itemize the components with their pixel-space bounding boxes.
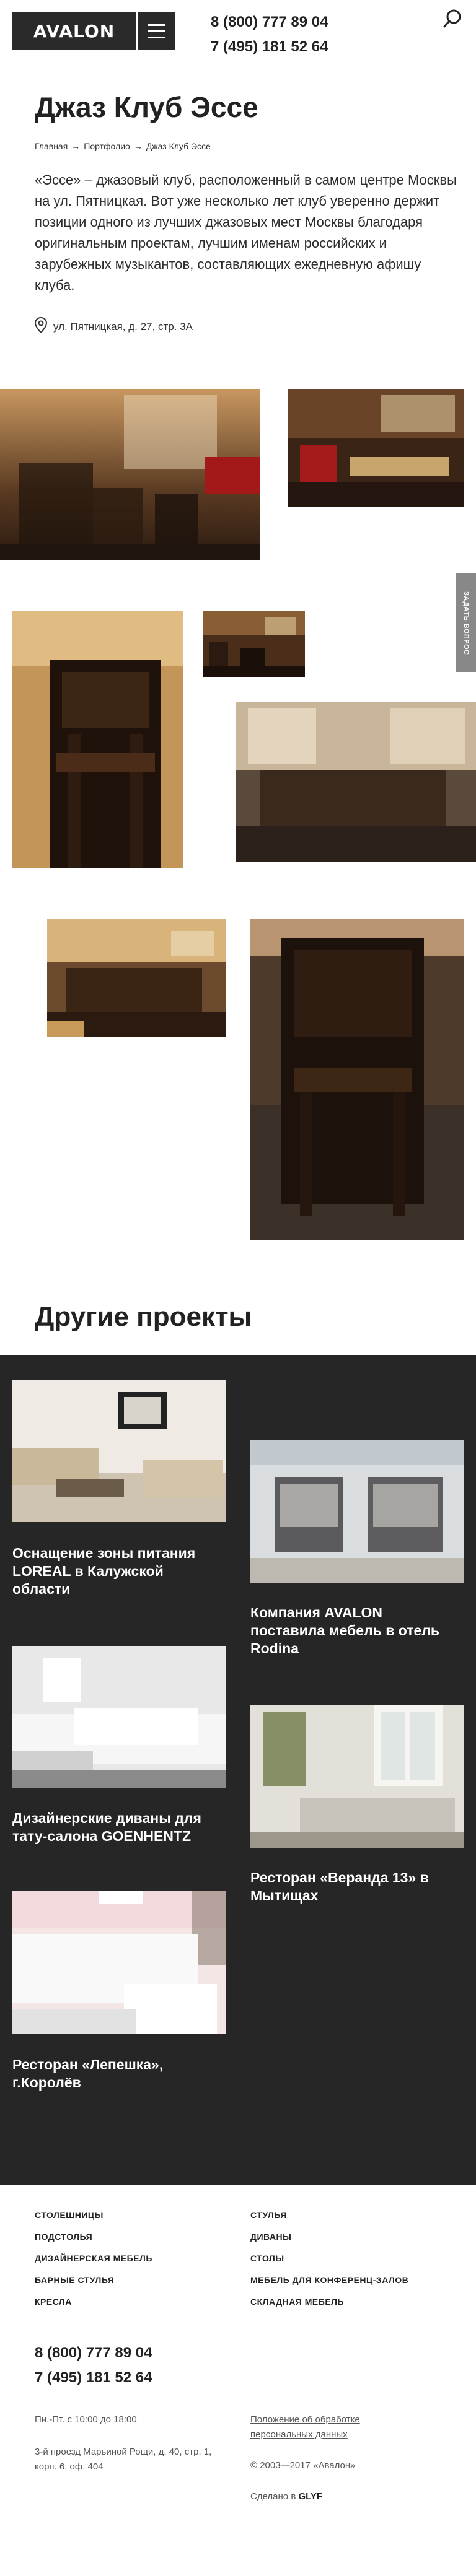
footer-made-by: Сделано в GLYF — [250, 2489, 449, 2504]
header-phone-1[interactable]: 8 (800) 777 89 04 — [211, 10, 328, 35]
gallery-photo-3[interactable] — [12, 611, 183, 868]
ask-question-tab[interactable]: ЗАДАТЬ ВОПРОС — [456, 573, 476, 672]
other-projects-heading: Другие проекты — [35, 1302, 252, 1332]
footer-link[interactable]: МЕБЕЛЬ ДЛЯ КОНФЕРЕНЦ-ЗАЛОВ — [250, 2269, 408, 2291]
logo-text: AVALON — [33, 20, 115, 41]
gallery-photo-5[interactable] — [236, 702, 476, 862]
footer-links-right: СТУЛЬЯ ДИВАНЫ СТОЛЫ МЕБЕЛЬ ДЛЯ КОНФЕРЕНЦ… — [250, 2204, 408, 2313]
project-card-title-3[interactable]: Дизайнерские диваны для тату-салона GOEN… — [12, 1809, 217, 1845]
breadcrumb-separator: → — [133, 141, 143, 151]
made-by-prefix: Сделано в — [250, 2491, 296, 2502]
project-card-image-4[interactable] — [250, 1705, 464, 1848]
footer-link[interactable]: СТОЛЫ — [250, 2248, 408, 2269]
footer-hours: Пн.-Пт. с 10:00 до 18:00 — [35, 2414, 137, 2425]
gallery-photo-2[interactable] — [288, 389, 464, 507]
gallery-photo-6[interactable] — [47, 919, 226, 1037]
footer-phone-1[interactable]: 8 (800) 777 89 04 — [35, 2341, 152, 2365]
project-card-title-2[interactable]: Компания AVALON поставила мебель в отель… — [250, 1604, 455, 1658]
site-header: AVALON 8 (800) 777 89 04 7 (495) 181 52 … — [0, 0, 476, 62]
footer-link[interactable]: КРЕСЛА — [35, 2291, 152, 2313]
gallery-photo-1[interactable] — [0, 389, 260, 560]
footer-copyright: © 2003—2017 «Авалон» — [250, 2460, 356, 2471]
gallery-photo-7[interactable] — [250, 919, 464, 1240]
footer-link[interactable]: БАРНЫЕ СТУЛЬЯ — [35, 2269, 152, 2291]
search-icon[interactable] — [441, 7, 465, 31]
header-phones: 8 (800) 777 89 04 7 (495) 181 52 64 — [211, 10, 328, 59]
footer-phone-2[interactable]: 7 (495) 181 52 64 — [35, 2365, 152, 2390]
breadcrumb-current: Джаз Клуб Эссе — [146, 141, 211, 151]
made-by-link[interactable]: GLYF — [298, 2491, 322, 2502]
breadcrumb-portfolio[interactable]: Портфолио — [84, 141, 130, 151]
footer-link[interactable]: ПОДСТОЛЬЯ — [35, 2226, 152, 2248]
header-phone-2[interactable]: 7 (495) 181 52 64 — [211, 35, 328, 59]
page-title: Джаз Клуб Эссе — [35, 91, 258, 123]
footer-link[interactable]: СТОЛЕШНИЦЫ — [35, 2204, 152, 2226]
address-text: ул. Пятницкая, д. 27, стр. 3А — [53, 320, 193, 333]
footer-link[interactable]: ДИЗАЙНЕРСКАЯ МЕБЕЛЬ — [35, 2248, 152, 2269]
hamburger-icon[interactable] — [138, 12, 175, 50]
project-card-title-4[interactable]: Ресторан «Веранда 13» в Мытищах — [250, 1869, 455, 1905]
footer-privacy: Положение об обработке персональных данн… — [250, 2413, 393, 2442]
footer-address: 3-й проезд Марьиной Рощи, д. 40, стр. 1,… — [35, 2447, 212, 2472]
footer-phones: 8 (800) 777 89 04 7 (495) 181 52 64 — [35, 2341, 152, 2390]
breadcrumb: Главная → Портфолио → Джаз Клуб Эссе — [35, 141, 211, 151]
project-card-title-5[interactable]: Ресторан «Лепешка», г.Королёв — [12, 2056, 217, 2092]
footer-link[interactable]: ДИВАНЫ — [250, 2226, 408, 2248]
breadcrumb-separator: → — [71, 141, 81, 151]
project-description: «Эссе» – джазовый клуб, расположенный в … — [35, 172, 457, 293]
project-card-image-5[interactable] — [12, 1891, 226, 2034]
footer-links-left: СТОЛЕШНИЦЫ ПОДСТОЛЬЯ ДИЗАЙНЕРСКАЯ МЕБЕЛЬ… — [35, 2204, 152, 2313]
project-card-image-2[interactable] — [250, 1440, 464, 1583]
logo[interactable]: AVALON — [12, 12, 175, 50]
footer-link[interactable]: СКЛАДНАЯ МЕБЕЛЬ — [250, 2291, 408, 2313]
project-address: ул. Пятницкая, д. 27, стр. 3А — [34, 316, 193, 336]
project-card-image-1[interactable] — [12, 1380, 226, 1522]
breadcrumb-home[interactable]: Главная — [35, 141, 68, 151]
project-card-title-1[interactable]: Оснащение зоны питания LOREAL в Калужско… — [12, 1544, 217, 1598]
project-card-image-3[interactable] — [12, 1646, 226, 1788]
map-pin-icon — [34, 316, 48, 336]
privacy-policy-link[interactable]: Положение об обработке персональных данн… — [250, 2414, 360, 2440]
footer-link[interactable]: СТУЛЬЯ — [250, 2204, 408, 2226]
logo-mark[interactable]: AVALON — [12, 12, 136, 50]
gallery-photo-4[interactable] — [203, 611, 305, 677]
